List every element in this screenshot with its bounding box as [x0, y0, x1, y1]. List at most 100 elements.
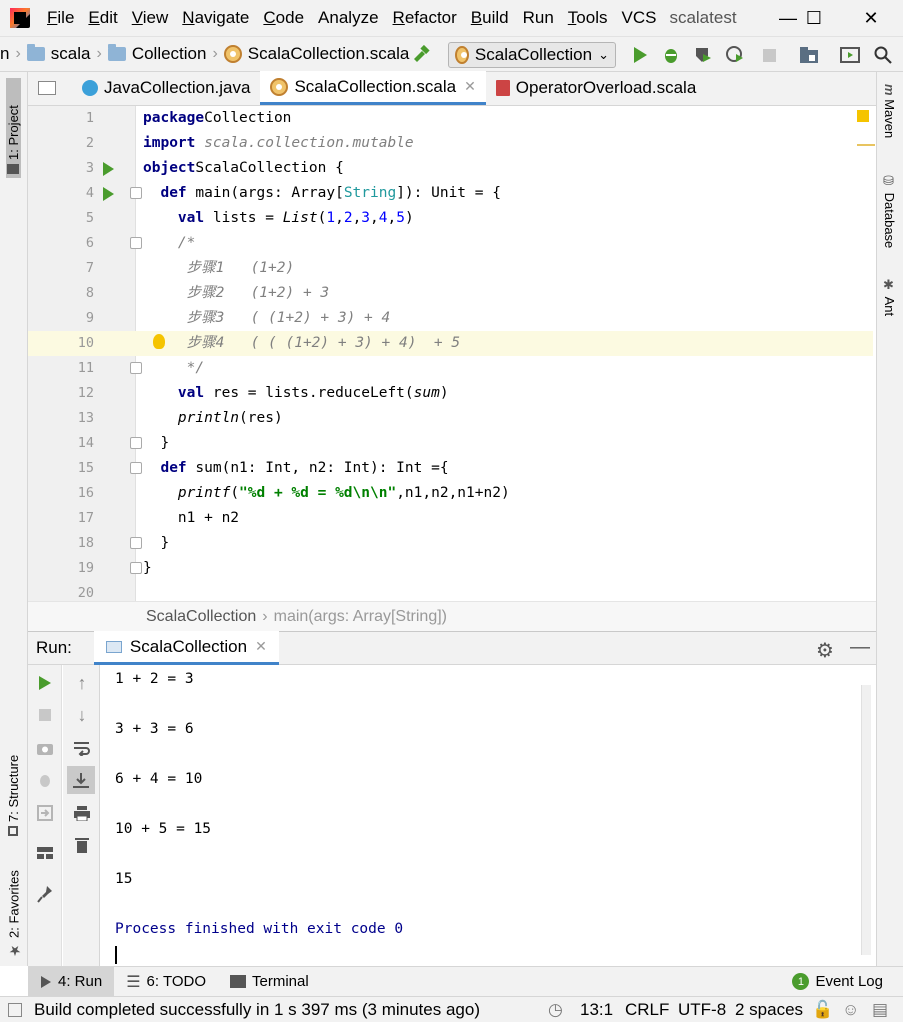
code-line[interactable]: 9 步骤3 ( (1+2) + 3) + 4: [28, 306, 873, 331]
event-log-tool-tab[interactable]: 1 Event Log: [780, 967, 895, 997]
code-line[interactable]: 14 }: [28, 431, 873, 456]
code-line[interactable]: 8 步骤2 (1+2) + 3: [28, 281, 873, 306]
menu-build[interactable]: Build: [464, 0, 516, 36]
code-line[interactable]: 5 val lists = List(1,2,3,4,5): [28, 206, 873, 231]
tab-scalacollection[interactable]: ScalaCollection.scala ✕: [260, 71, 486, 105]
hide-panel-icon[interactable]: —: [850, 636, 870, 659]
search-icon[interactable]: [872, 44, 894, 66]
stop-icon[interactable]: [34, 704, 56, 726]
menu-view[interactable]: View: [125, 0, 176, 36]
debug-bug-icon[interactable]: [34, 769, 56, 791]
fold-marker-icon[interactable]: [130, 562, 142, 574]
print-icon[interactable]: [71, 802, 93, 824]
fold-marker-icon[interactable]: [130, 362, 142, 374]
presentation-icon[interactable]: [839, 44, 861, 66]
menu-file[interactable]: File: [40, 0, 81, 36]
code-line[interactable]: 19}: [28, 556, 873, 581]
console-scrollbar[interactable]: [861, 685, 871, 955]
menu-vcs[interactable]: VCS: [614, 0, 663, 36]
code-line[interactable]: 16 printf("%d + %d = %d\n\n",n1,n2,n1+n2…: [28, 481, 873, 506]
database-tool-tab[interactable]: ⛁ Database: [882, 174, 897, 248]
warning-marker-icon[interactable]: [857, 110, 869, 122]
code-line[interactable]: 15 def sum(n1: Int, n2: Int): Int ={: [28, 456, 873, 481]
tab-operatoroverload[interactable]: OperatorOverload.scala: [486, 71, 706, 105]
status-message[interactable]: Build completed successfully in 1 s 397 …: [34, 1000, 480, 1020]
indent-setting[interactable]: 2 spaces: [735, 1000, 803, 1020]
layout-icon[interactable]: [34, 842, 56, 864]
run-icon[interactable]: [629, 44, 651, 66]
arrow-up-icon[interactable]: ↑: [71, 672, 93, 694]
menu-refactor[interactable]: Refactor: [386, 0, 464, 36]
project-structure-icon[interactable]: [798, 44, 820, 66]
menu-run[interactable]: Run: [516, 0, 561, 36]
menu-code[interactable]: Code: [256, 0, 311, 36]
nav-crumb-scala[interactable]: scala: [26, 44, 90, 64]
code-line[interactable]: 1 packageCollection: [28, 106, 873, 131]
run-tab-scalacollection[interactable]: ScalaCollection ✕: [93, 631, 279, 665]
file-encoding[interactable]: UTF-8: [678, 1000, 726, 1020]
restore-layout-icon[interactable]: [34, 802, 56, 824]
breadcrumb-method[interactable]: main(args: Array[String]): [274, 608, 447, 626]
run-gutter-icon[interactable]: [103, 162, 114, 176]
panel-toggle-icon[interactable]: [8, 1002, 22, 1017]
rerun-icon[interactable]: [34, 672, 56, 694]
build-hammer-icon[interactable]: [410, 44, 432, 66]
soft-wrap-icon[interactable]: [71, 737, 93, 759]
ant-tool-tab[interactable]: ✱ Ant: [882, 278, 897, 316]
arrow-down-icon[interactable]: ↓: [71, 704, 93, 726]
code-line[interactable]: 2 import scala.collection.mutable: [28, 131, 873, 156]
code-line[interactable]: 3 objectScalaCollection {: [28, 156, 873, 181]
menu-edit[interactable]: Edit: [81, 0, 124, 36]
lock-icon[interactable]: 🔓: [812, 1000, 833, 1020]
run-tool-tab[interactable]: 4: Run: [28, 966, 115, 997]
code-line[interactable]: 7 步骤1 (1+2): [28, 256, 873, 281]
inspector-icon[interactable]: ☺: [842, 1000, 859, 1020]
maven-tool-tab[interactable]: m Maven: [882, 84, 897, 138]
fold-marker-icon[interactable]: [130, 537, 142, 549]
tab-list-icon[interactable]: [28, 71, 72, 105]
nav-crumb-collection[interactable]: Collection: [107, 44, 206, 64]
scroll-to-end-icon[interactable]: [67, 766, 95, 794]
caret-position[interactable]: 13:1: [580, 1000, 613, 1020]
run-gutter-icon[interactable]: [103, 187, 114, 201]
terminal-tool-tab[interactable]: Terminal: [218, 967, 321, 997]
code-line[interactable]: 11 */: [28, 356, 873, 381]
pin-icon[interactable]: [34, 883, 56, 905]
code-line[interactable]: 6 /*: [28, 231, 873, 256]
code-line[interactable]: 17 n1 + n2: [28, 506, 873, 531]
debug-icon[interactable]: [660, 44, 682, 66]
fold-marker-icon[interactable]: [130, 187, 142, 199]
code-editor[interactable]: 1 packageCollection 2 import scala.collecti…: [28, 106, 876, 601]
close-tab-icon[interactable]: ✕: [255, 638, 267, 655]
coverage-icon[interactable]: [692, 44, 714, 66]
tab-javacollection[interactable]: JavaCollection.java: [72, 71, 260, 105]
maximize-button[interactable]: ☐: [791, 0, 837, 36]
breadcrumb-class[interactable]: ScalaCollection: [146, 608, 256, 626]
favorites-tool-tab[interactable]: ★ 2: Favorites: [6, 858, 22, 958]
menu-tools[interactable]: Tools: [561, 0, 615, 36]
code-line[interactable]: 10 步骤4 ( ( (1+2) + 3) + 4) + 5: [28, 331, 873, 356]
fold-marker-icon[interactable]: [130, 462, 142, 474]
close-tab-icon[interactable]: ✕: [464, 78, 476, 95]
code-line[interactable]: 18 }: [28, 531, 873, 556]
fold-marker-icon[interactable]: [130, 437, 142, 449]
profile-icon[interactable]: [724, 44, 746, 66]
todo-tool-tab[interactable]: ☰ 6: TODO: [114, 967, 218, 997]
menu-analyze[interactable]: Analyze: [311, 0, 385, 36]
project-tool-tab[interactable]: 1: Project: [6, 78, 21, 178]
fold-marker-icon[interactable]: [130, 237, 142, 249]
line-separator[interactable]: CRLF: [625, 1000, 669, 1020]
menu-navigate[interactable]: Navigate: [175, 0, 256, 36]
memory-indicator-icon[interactable]: ▤: [872, 1000, 888, 1020]
gear-icon[interactable]: ⚙: [816, 638, 834, 663]
code-line[interactable]: 12 val res = lists.reduceLeft(sum): [28, 381, 873, 406]
code-line[interactable]: 4 def main(args: Array[String]): Unit = …: [28, 181, 873, 206]
console-output[interactable]: 1 + 2 = 3 3 + 3 = 6 6 + 4 = 10 10 + 5 = 15 1…: [100, 665, 876, 966]
camera-icon[interactable]: [34, 737, 56, 759]
close-window-button[interactable]: ✕: [848, 0, 894, 36]
stop-icon[interactable]: [758, 44, 780, 66]
trash-icon[interactable]: [71, 834, 93, 856]
code-line[interactable]: 13 println(res): [28, 406, 873, 431]
nav-crumb-file[interactable]: ScalaCollection.scala: [223, 44, 409, 64]
run-configuration-select[interactable]: ScalaCollection ⌄: [448, 42, 616, 68]
